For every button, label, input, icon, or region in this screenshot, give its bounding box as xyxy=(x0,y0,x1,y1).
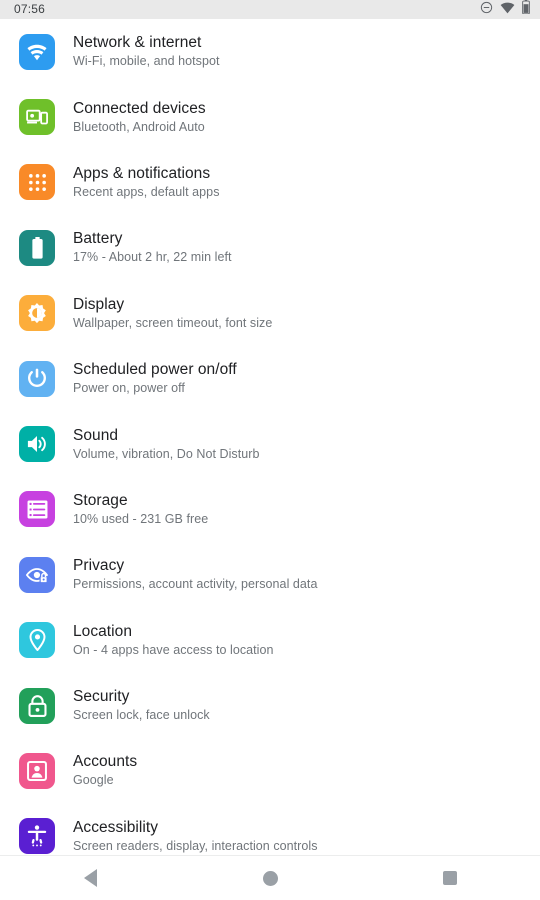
settings-row-title: Accessibility xyxy=(73,818,159,836)
settings-row-text: Battery 17% - About 2 hr, 22 min left xyxy=(73,229,232,266)
settings-row-title: Sound xyxy=(73,426,119,444)
settings-row-text: Apps & notifications Recent apps, defaul… xyxy=(73,164,220,201)
settings-row-subtitle: Recent apps, default apps xyxy=(73,184,220,199)
power-icon xyxy=(19,360,55,397)
settings-row-title: Accounts xyxy=(73,753,138,771)
settings-row-title: Network & internet xyxy=(73,34,202,52)
settings-row-apps-notifications[interactable]: Apps & notifications Recent apps, defaul… xyxy=(0,150,540,215)
settings-row-sound[interactable]: Sound Volume, vibration, Do Not Disturb xyxy=(0,411,540,476)
apps-grid-icon xyxy=(19,164,55,201)
navigation-bar xyxy=(0,855,540,900)
home-circle-icon xyxy=(262,870,278,886)
settings-row-text: Network & internet Wi-Fi, mobile, and ho… xyxy=(73,33,220,70)
settings-row-storage[interactable]: Storage 10% used - 231 GB free xyxy=(0,477,540,542)
settings-row-text: Sound Volume, vibration, Do Not Disturb xyxy=(73,426,259,463)
settings-row-title: Privacy xyxy=(73,557,125,575)
do-not-disturb-icon xyxy=(480,1,493,19)
location-pin-icon xyxy=(19,622,55,659)
android-settings-screen: 07:56 Network & internet Wi-Fi, mobile, … xyxy=(0,0,540,900)
settings-row-title: Location xyxy=(73,622,133,640)
settings-row-title: Connected devices xyxy=(73,99,206,117)
nav-back-button[interactable] xyxy=(35,856,145,900)
settings-row-subtitle: Permissions, account activity, personal … xyxy=(73,577,318,592)
settings-row-display[interactable]: Display Wallpaper, screen timeout, font … xyxy=(0,281,540,346)
settings-row-text: Security Screen lock, face unlock xyxy=(73,687,210,724)
back-triangle-icon xyxy=(83,869,97,887)
accessibility-icon xyxy=(19,818,55,855)
settings-row-subtitle: Power on, power off xyxy=(73,381,185,396)
settings-row-subtitle: Screen readers, display, interaction con… xyxy=(73,838,318,853)
settings-row-privacy[interactable]: Privacy Permissions, account activity, p… xyxy=(0,542,540,607)
settings-row-title: Display xyxy=(73,295,125,313)
lock-icon xyxy=(19,687,55,724)
storage-list-icon xyxy=(19,491,55,528)
settings-row-text: Location On - 4 apps have access to loca… xyxy=(73,622,273,659)
settings-row-subtitle: 10% used - 231 GB free xyxy=(73,511,209,526)
account-card-icon xyxy=(19,752,55,789)
settings-row-subtitle: Volume, vibration, Do Not Disturb xyxy=(73,446,260,461)
settings-row-subtitle: Wallpaper, screen timeout, font size xyxy=(73,315,273,330)
settings-row-subtitle: 17% - About 2 hr, 22 min left xyxy=(73,250,232,265)
battery-icon xyxy=(522,0,530,19)
settings-row-location[interactable]: Location On - 4 apps have access to loca… xyxy=(0,608,540,673)
settings-row-subtitle: Bluetooth, Android Auto xyxy=(73,119,205,134)
nav-recents-button[interactable] xyxy=(395,856,505,900)
settings-row-connected-devices[interactable]: Connected devices Bluetooth, Android Aut… xyxy=(0,84,540,149)
settings-row-subtitle: Screen lock, face unlock xyxy=(73,708,210,723)
settings-row-text: Display Wallpaper, screen timeout, font … xyxy=(73,295,272,332)
settings-row-title: Storage xyxy=(73,491,128,509)
devices-icon xyxy=(19,99,55,136)
status-bar-clock: 07:56 xyxy=(14,2,46,16)
wifi-icon xyxy=(19,33,55,70)
settings-row-security[interactable]: Security Screen lock, face unlock xyxy=(0,673,540,738)
settings-row-text: Storage 10% used - 231 GB free xyxy=(73,491,208,528)
brightness-icon xyxy=(19,295,55,332)
status-bar-icons xyxy=(480,0,530,19)
recents-square-icon xyxy=(443,871,457,885)
settings-row-network-internet[interactable]: Network & internet Wi-Fi, mobile, and ho… xyxy=(0,19,540,84)
battery-icon xyxy=(19,229,55,266)
settings-row-text: Accounts Google xyxy=(73,752,137,789)
settings-row-text: Connected devices Bluetooth, Android Aut… xyxy=(73,99,206,136)
status-bar: 07:56 xyxy=(0,0,540,19)
eye-lock-icon xyxy=(19,556,55,593)
settings-row-subtitle: Wi-Fi, mobile, and hotspot xyxy=(73,54,220,69)
nav-home-button[interactable] xyxy=(215,856,325,900)
settings-row-battery[interactable]: Battery 17% - About 2 hr, 22 min left xyxy=(0,215,540,280)
settings-row-title: Scheduled power on/off xyxy=(73,361,237,379)
wifi-icon xyxy=(500,1,515,19)
speaker-icon xyxy=(19,426,55,463)
settings-row-text: Accessibility Screen readers, display, i… xyxy=(73,818,318,855)
settings-row-title: Security xyxy=(73,688,130,706)
settings-row-text: Scheduled power on/off Power on, power o… xyxy=(73,360,237,397)
settings-row-subtitle: On - 4 apps have access to location xyxy=(73,642,274,657)
settings-row-title: Battery xyxy=(73,230,123,248)
settings-row-scheduled-power[interactable]: Scheduled power on/off Power on, power o… xyxy=(0,346,540,411)
settings-row-subtitle: Google xyxy=(73,773,114,788)
settings-row-text: Privacy Permissions, account activity, p… xyxy=(73,556,317,593)
settings-row-title: Apps & notifications xyxy=(73,164,211,182)
settings-list[interactable]: Network & internet Wi-Fi, mobile, and ho… xyxy=(0,19,540,855)
settings-row-accounts[interactable]: Accounts Google xyxy=(0,738,540,803)
